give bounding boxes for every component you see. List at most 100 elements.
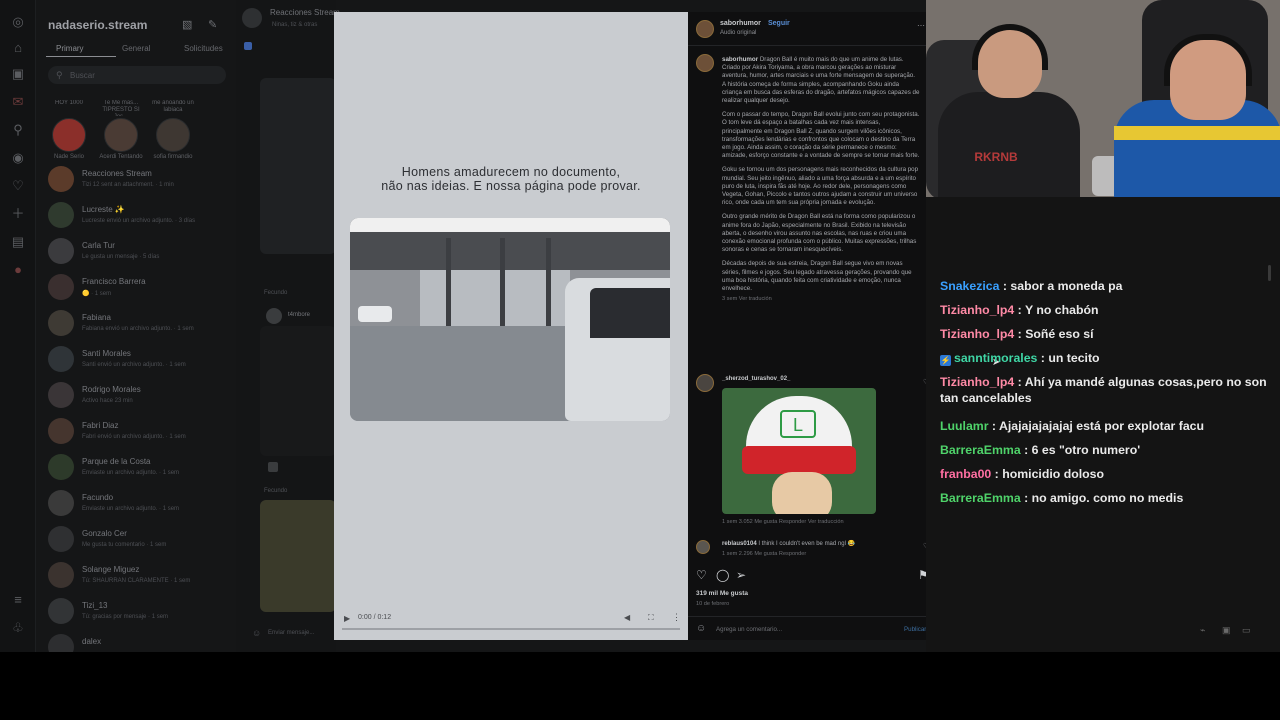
message-thread: Reacciones Stream Ninas, tiz & otras Fec… xyxy=(236,0,340,652)
avatar[interactable] xyxy=(696,540,710,554)
comment-image[interactable]: L xyxy=(722,388,876,514)
conversation-item[interactable]: Parque de la Costa Enviaste un archivo ad… xyxy=(46,452,231,486)
create-icon[interactable]: ＋ xyxy=(10,206,26,222)
note-item[interactable]: Te Me mas... TIPRESTO SI Jes... Acerdi T… xyxy=(98,100,144,160)
new-message-icon[interactable]: ✎ xyxy=(208,18,217,31)
chat-username[interactable]: Tizianho_lp4 xyxy=(940,375,1014,389)
tab-primary[interactable]: Primary xyxy=(56,44,84,53)
explore-icon[interactable]: ◉ xyxy=(10,150,26,166)
comment-user[interactable]: _sherzod_turashov_02_ xyxy=(722,376,922,382)
video-frame[interactable] xyxy=(350,218,670,421)
chat-tool-icon[interactable]: ▣ xyxy=(1222,625,1231,636)
reels-icon[interactable]: ▣ xyxy=(10,66,26,82)
profile-icon[interactable]: ● xyxy=(10,262,26,278)
chat-username[interactable]: Tizianho_lp4 xyxy=(940,303,1014,317)
message-input[interactable]: Enviar mensaje... xyxy=(268,630,314,636)
avatar xyxy=(48,166,74,192)
avatar[interactable] xyxy=(696,20,714,38)
filter-icon[interactable]: ▧ xyxy=(182,18,192,31)
play-icon[interactable]: ▶ xyxy=(344,614,350,623)
emoji-icon[interactable]: ☺ xyxy=(252,628,261,638)
avatar xyxy=(48,202,74,228)
chat-username[interactable]: Luulamr xyxy=(940,419,989,433)
message-card[interactable] xyxy=(260,326,336,456)
comment-input[interactable]: Agrega un comentario... xyxy=(716,626,782,633)
conversation-name: Facundo xyxy=(82,493,114,502)
sender-name: t4mbore xyxy=(288,312,311,318)
follow-button[interactable]: Seguir xyxy=(768,20,790,27)
video-progress-bar[interactable] xyxy=(342,628,680,630)
avatar xyxy=(48,490,74,516)
shared-post-card[interactable] xyxy=(260,78,336,254)
chat-tool-icon[interactable]: ▭ xyxy=(1242,625,1251,636)
post-author[interactable]: saborhumor xyxy=(720,20,761,27)
chat-username[interactable]: BarreraEmma xyxy=(940,443,1021,457)
share-icon[interactable]: ➢ xyxy=(736,568,746,582)
publish-button[interactable]: Publicar xyxy=(904,626,926,633)
conversation-item[interactable]: Reacciones Stream Tizi 12 sent an attachm… xyxy=(46,164,231,198)
avatar[interactable] xyxy=(696,374,714,392)
chat-text: Y no chabón xyxy=(1024,303,1099,317)
instagram-logo-icon[interactable]: ◎ xyxy=(10,14,26,30)
video-controls: ▶ 0:00 / 0:12 ◀ ⛶ ⋮ xyxy=(334,606,688,640)
prime-badge-icon[interactable]: ⚡ xyxy=(940,355,951,366)
chat-username[interactable]: Snakezica xyxy=(940,279,999,293)
more-icon[interactable]: ⋮ xyxy=(672,612,681,623)
conversation-item[interactable]: Tizi_13 Tú: gracias por mensaje · 1 sem xyxy=(46,596,231,630)
shared-media-card[interactable] xyxy=(260,500,336,612)
conversation-item[interactable]: Carla Tur Le gusta un mensaje · 5 días xyxy=(46,236,231,270)
post-media[interactable]: Homens amadurecem no documento, não nas … xyxy=(334,12,688,640)
chat-username[interactable]: Tizianho_lp4 xyxy=(940,327,1014,341)
conversation-item[interactable]: Gonzalo Cer Me gusta tu comentario · 1 se… xyxy=(46,524,231,558)
jersey-stripe xyxy=(1114,126,1280,140)
conversation-item[interactable]: Fabiana Fabiana envió un archivo adjunto.… xyxy=(46,308,231,342)
inbox-account-name[interactable]: nadaserio.stream xyxy=(48,18,147,32)
nav-rail: ◎ ⌂ ▣ ✉ ⚲ ◉ ♡ ＋ ▤ ● ≡ ♧ xyxy=(0,0,36,652)
more-icon[interactable]: ⋯ xyxy=(917,21,925,30)
meta-icon[interactable]: ♧ xyxy=(10,620,26,636)
screen: ◎ ⌂ ▣ ✉ ⚲ ◉ ♡ ＋ ▤ ● ≡ ♧ nadaserio.stream… xyxy=(0,0,1280,720)
play-icon[interactable] xyxy=(268,462,278,472)
conversation-item[interactable]: Lucreste ✨ Lucreste envió un archivo adju… xyxy=(46,200,231,234)
notifications-icon[interactable]: ♡ xyxy=(10,178,26,194)
avatar xyxy=(48,310,74,336)
direct-inbox: nadaserio.stream ▧ ✎ Primary General Sol… xyxy=(36,0,236,660)
note-item[interactable]: me anoando un labiaca sofia firmandio xyxy=(150,100,196,160)
chat-separator: : xyxy=(1014,327,1026,341)
chat-username[interactable]: sanntimorales xyxy=(954,351,1037,365)
tab-requests[interactable]: Solicitudes xyxy=(184,44,223,53)
volume-icon[interactable]: ◀ xyxy=(624,613,630,622)
tab-general[interactable]: General xyxy=(122,44,150,53)
conversation-item[interactable]: Santi Morales Santi envió un archivo adju… xyxy=(46,344,231,378)
comment-user[interactable]: reblaus0104 xyxy=(722,541,757,547)
messages-icon[interactable]: ✉ xyxy=(10,94,26,110)
chat-tool-icon[interactable]: ⌁ xyxy=(1200,625,1205,636)
conversation-item[interactable]: Rodrigo Morales Activo hace 23 min xyxy=(46,380,231,414)
like-icon[interactable]: ♡ xyxy=(696,568,707,582)
search-icon[interactable]: ⚲ xyxy=(10,122,26,138)
fullscreen-icon[interactable]: ⛶ xyxy=(648,613,654,623)
chat-username[interactable]: BarreraEmma xyxy=(940,491,1021,505)
tab-underline xyxy=(46,56,116,57)
likes-count[interactable]: 319 mil Me gusta xyxy=(696,590,748,597)
conversation-item[interactable]: Facundo Enviaste un archivo adjunto. · 1 … xyxy=(46,488,231,522)
conversation-item[interactable]: Fabri Diaz Fabri envió un archivo adjunto… xyxy=(46,416,231,450)
caption-user[interactable]: saborhumor xyxy=(722,56,758,63)
video-overlay-text: Homens amadurecem no documento, não nas … xyxy=(334,165,688,193)
search-input[interactable]: Buscar xyxy=(48,66,226,84)
comment-icon[interactable]: ◯ xyxy=(716,568,729,582)
post-caption: saborhumor Dragon Ball é muito mais do q… xyxy=(722,56,920,303)
home-icon[interactable]: ⌂ xyxy=(10,40,26,56)
note-item[interactable]: HOY 1000 Nade Serio xyxy=(46,100,92,160)
emoji-icon[interactable]: ☺ xyxy=(696,623,706,634)
avatar[interactable] xyxy=(696,54,714,72)
conversation-preview: Santi envió un archivo adjunto. · 1 sem xyxy=(82,362,186,368)
dashboard-icon[interactable]: ▤ xyxy=(10,234,26,250)
audio-label[interactable]: Audio original xyxy=(720,30,756,36)
chat-username[interactable]: franba00 xyxy=(940,467,991,481)
conversation-item[interactable]: Francisco Barrera 🟡 · 1 sem xyxy=(46,272,231,306)
conversation-item[interactable]: Solange Miguez Tú: SHAURRAN CLARAMENTE · … xyxy=(46,560,231,594)
chat-separator: : xyxy=(1014,303,1025,317)
thread-title[interactable]: Reacciones Stream xyxy=(270,8,340,17)
menu-icon[interactable]: ≡ xyxy=(10,592,26,608)
